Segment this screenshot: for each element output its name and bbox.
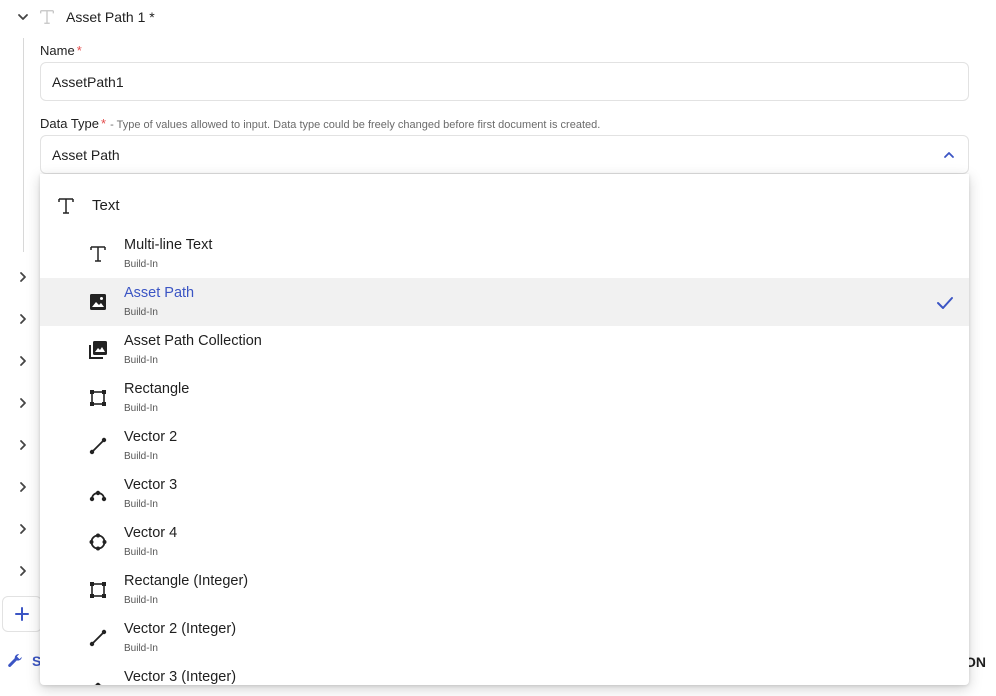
data-type-select[interactable]: Asset Path xyxy=(40,135,969,174)
option-title: Rectangle (Integer) xyxy=(124,573,249,589)
section-title: Asset Path 1 * xyxy=(66,9,155,25)
chevron-down-icon[interactable] xyxy=(14,8,32,26)
data-type-label-text: Data Type xyxy=(40,116,100,131)
option-vector-2[interactable]: Vector 2 Build-In xyxy=(40,422,969,470)
option-vector-2-integer[interactable]: Vector 2 (Integer) Build-In xyxy=(40,614,969,662)
option-subtitle: Build-In xyxy=(124,307,158,318)
option-title: Vector 2 xyxy=(124,429,178,445)
option-vector-3[interactable]: Vector 3 Build-In xyxy=(40,470,969,518)
option-subtitle: Build-In xyxy=(124,451,158,462)
name-label-text: Name xyxy=(40,43,75,58)
add-field-button[interactable] xyxy=(2,596,42,632)
rectangle-icon xyxy=(88,580,108,600)
chevron-right-icon[interactable] xyxy=(14,394,32,412)
dropdown-group-label: Text xyxy=(92,197,120,214)
option-rectangle-integer[interactable]: Rectangle (Integer) Build-In xyxy=(40,566,969,614)
check-icon xyxy=(935,293,955,313)
option-asset-path[interactable]: Asset Path Build-In xyxy=(40,278,969,326)
option-subtitle: Build-In xyxy=(124,547,158,558)
option-title: Vector 2 (Integer) xyxy=(124,621,237,637)
option-subtitle: Build-In xyxy=(124,643,158,654)
line-icon xyxy=(88,628,108,648)
text-type-icon xyxy=(38,8,56,26)
dropdown-group-text: Text xyxy=(40,182,969,230)
text-icon xyxy=(88,244,108,264)
circle-nodes-icon xyxy=(88,532,108,552)
curve-icon xyxy=(88,676,108,685)
option-vector-4[interactable]: Vector 4 Build-In xyxy=(40,518,969,566)
tree-connector-line xyxy=(23,38,24,252)
option-asset-path-collection[interactable]: Asset Path Collection Build-In xyxy=(40,326,969,374)
image-collection-icon xyxy=(88,340,108,360)
data-type-select-value: Asset Path xyxy=(52,146,120,163)
data-type-dropdown[interactable]: Text Multi-line Text Build-In Asset Path… xyxy=(40,174,969,685)
plus-icon xyxy=(15,607,29,621)
option-multi-line-text[interactable]: Multi-line Text Build-In xyxy=(40,230,969,278)
option-rectangle[interactable]: Rectangle Build-In xyxy=(40,374,969,422)
option-subtitle: Build-In xyxy=(124,403,158,414)
option-title: Asset Path Collection xyxy=(124,333,262,349)
name-input[interactable]: AssetPath1 xyxy=(40,62,969,101)
chevron-right-icon[interactable] xyxy=(14,268,32,286)
option-title: Rectangle xyxy=(124,381,190,397)
option-title: Vector 4 xyxy=(124,525,178,541)
option-title: Vector 3 (Integer) xyxy=(124,669,237,685)
option-subtitle: Build-In xyxy=(124,259,158,270)
section-header[interactable]: Asset Path 1 * xyxy=(14,6,155,28)
option-title: Vector 3 xyxy=(124,477,178,493)
curve-icon xyxy=(88,484,108,504)
option-title: Multi-line Text xyxy=(124,237,213,253)
required-mark: * xyxy=(76,43,82,58)
text-icon xyxy=(56,196,76,216)
wrench-icon xyxy=(8,654,22,667)
name-input-value: AssetPath1 xyxy=(52,73,124,90)
chevron-up-icon[interactable] xyxy=(942,148,956,162)
line-icon xyxy=(88,436,108,456)
option-vector-3-integer[interactable]: Vector 3 (Integer) xyxy=(40,662,969,685)
option-subtitle: Build-In xyxy=(124,499,158,510)
required-mark: * xyxy=(101,116,107,131)
name-label: Name * xyxy=(40,43,82,58)
chevron-right-icon[interactable] xyxy=(14,478,32,496)
footer-left[interactable]: S xyxy=(6,652,41,670)
chevron-right-icon[interactable] xyxy=(14,436,32,454)
option-title: Asset Path xyxy=(124,285,195,301)
data-type-hint: - Type of values allowed to input. Data … xyxy=(110,119,601,131)
image-icon xyxy=(88,292,108,312)
data-type-label: Data Type * - Type of values allowed to in… xyxy=(40,116,600,131)
chevron-right-icon[interactable] xyxy=(14,352,32,370)
option-subtitle: Build-In xyxy=(124,595,158,606)
option-subtitle: Build-In xyxy=(124,355,158,366)
rectangle-icon xyxy=(88,388,108,408)
chevron-right-icon[interactable] xyxy=(14,310,32,328)
chevron-right-icon[interactable] xyxy=(14,562,32,580)
chevron-right-icon[interactable] xyxy=(14,520,32,538)
